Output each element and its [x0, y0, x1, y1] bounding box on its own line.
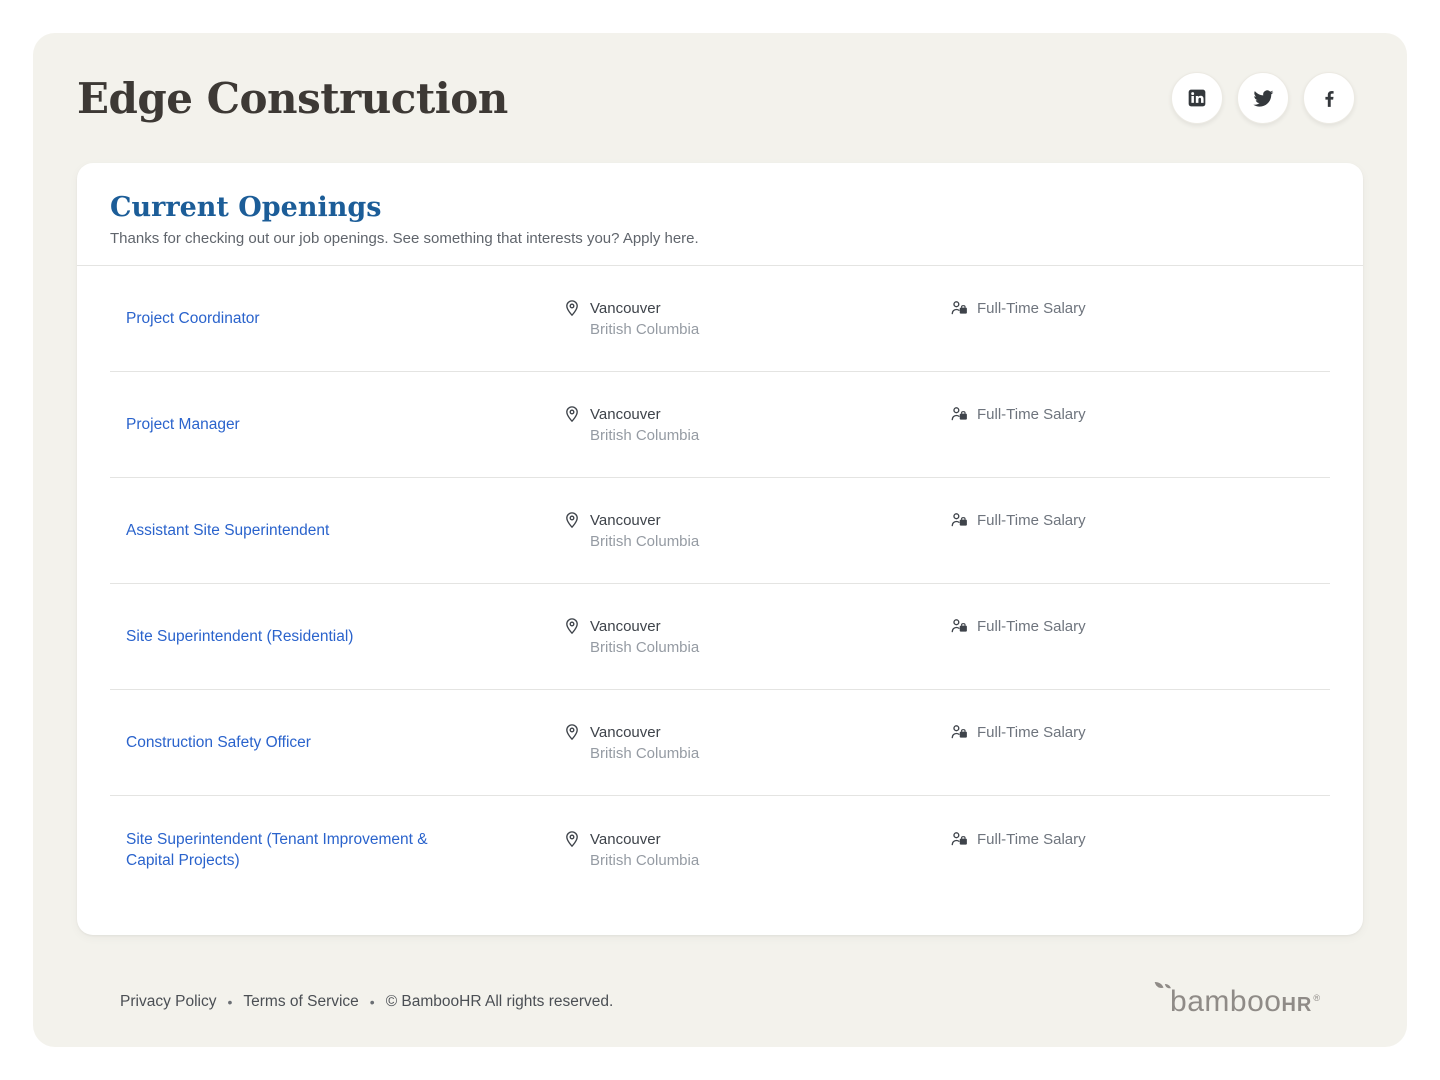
location-pin-icon [563, 511, 581, 552]
terms-of-service-link[interactable]: Terms of Service [243, 993, 358, 1011]
employment-type-icon [950, 723, 968, 746]
location-pin-icon [563, 617, 581, 658]
employment-type-icon [950, 299, 968, 322]
job-region: British Columbia [590, 319, 699, 340]
location-pin-icon [563, 405, 581, 446]
twitter-button[interactable] [1237, 72, 1289, 124]
job-row: Project Manager Vancouver British Columb… [110, 372, 1330, 478]
job-region: British Columbia [590, 637, 699, 658]
job-title-link[interactable]: Project Manager [126, 414, 240, 435]
job-row: Construction Safety Officer Vancouver Br… [110, 690, 1330, 796]
job-title-link[interactable]: Construction Safety Officer [126, 732, 311, 753]
linkedin-button[interactable] [1171, 72, 1223, 124]
footer-links: Privacy Policy • Terms of Service • © Ba… [120, 993, 613, 1011]
location-pin-icon [563, 723, 581, 764]
openings-title: Current Openings [110, 193, 1330, 223]
job-title-link[interactable]: Assistant Site Superintendent [126, 520, 329, 541]
privacy-policy-link[interactable]: Privacy Policy [120, 993, 216, 1011]
footer-separator: • [227, 994, 232, 1010]
job-title-cell: Site Superintendent (Tenant Improvement … [126, 829, 563, 871]
job-title-cell: Site Superintendent (Residential) [126, 626, 563, 647]
job-title-cell: Project Coordinator [126, 308, 563, 329]
job-region: British Columbia [590, 850, 699, 871]
openings-subtitle: Thanks for checking out our job openings… [110, 229, 1330, 249]
bamboohr-logo: bamboo HR ® [1156, 987, 1320, 1017]
job-city: Vancouver [590, 298, 699, 319]
job-city: Vancouver [590, 829, 699, 850]
job-city: Vancouver [590, 722, 699, 743]
employment-type-icon [950, 617, 968, 640]
job-employment-type: Full-Time Salary [977, 510, 1086, 531]
job-row: Assistant Site Superintendent Vancouver … [110, 478, 1330, 584]
twitter-icon [1253, 88, 1274, 109]
careers-panel: Edge Construction [33, 33, 1407, 1047]
facebook-icon [1319, 88, 1340, 109]
job-region: British Columbia [590, 743, 699, 764]
company-title: Edge Construction [77, 74, 508, 123]
job-title-link[interactable]: Project Coordinator [126, 308, 260, 329]
job-row: Site Superintendent (Residential) Vancou… [110, 584, 1330, 690]
job-city: Vancouver [590, 404, 699, 425]
employment-type-icon [950, 511, 968, 534]
job-location-cell: Vancouver British Columbia [563, 298, 950, 340]
location-pin-icon [563, 830, 581, 871]
job-type-cell: Full-Time Salary [950, 510, 1330, 552]
social-links [1171, 72, 1355, 124]
job-location-cell: Vancouver British Columbia [563, 829, 950, 871]
location-pin-icon [563, 299, 581, 340]
openings-card: Current Openings Thanks for checking out… [77, 163, 1363, 935]
job-title-cell: Project Manager [126, 414, 563, 435]
linkedin-icon [1187, 88, 1207, 108]
logo-text-hr: HR [1281, 995, 1312, 1015]
job-location-cell: Vancouver British Columbia [563, 722, 950, 764]
job-city: Vancouver [590, 510, 699, 531]
page-header: Edge Construction [33, 33, 1407, 163]
openings-card-header: Current Openings Thanks for checking out… [77, 163, 1363, 266]
job-location-cell: Vancouver British Columbia [563, 404, 950, 446]
job-employment-type: Full-Time Salary [977, 616, 1086, 637]
job-type-cell: Full-Time Salary [950, 404, 1330, 446]
job-employment-type: Full-Time Salary [977, 829, 1086, 850]
employment-type-icon [950, 405, 968, 428]
job-type-cell: Full-Time Salary [950, 298, 1330, 340]
job-title-cell: Assistant Site Superintendent [126, 520, 563, 541]
job-employment-type: Full-Time Salary [977, 722, 1086, 743]
employment-type-icon [950, 830, 968, 853]
job-title-link[interactable]: Site Superintendent (Residential) [126, 626, 353, 647]
job-location-cell: Vancouver British Columbia [563, 510, 950, 552]
job-region: British Columbia [590, 425, 699, 446]
job-type-cell: Full-Time Salary [950, 722, 1330, 764]
job-type-cell: Full-Time Salary [950, 829, 1330, 871]
page-footer: Privacy Policy • Terms of Service • © Ba… [33, 987, 1407, 1017]
job-employment-type: Full-Time Salary [977, 404, 1086, 425]
bamboo-leaf-icon [1153, 979, 1173, 1000]
job-location-cell: Vancouver British Columbia [563, 616, 950, 658]
job-row: Project Coordinator Vancouver British Co… [110, 266, 1330, 372]
job-title-link[interactable]: Site Superintendent (Tenant Improvement … [126, 829, 476, 871]
job-region: British Columbia [590, 531, 699, 552]
job-row: Site Superintendent (Tenant Improvement … [110, 796, 1330, 935]
footer-separator: • [370, 994, 375, 1010]
logo-text-bamboo: bamboo [1170, 987, 1281, 1017]
job-type-cell: Full-Time Salary [950, 616, 1330, 658]
job-employment-type: Full-Time Salary [977, 298, 1086, 319]
facebook-button[interactable] [1303, 72, 1355, 124]
job-title-cell: Construction Safety Officer [126, 732, 563, 753]
job-list: Project Coordinator Vancouver British Co… [77, 266, 1363, 935]
copyright-text: © BambooHR All rights reserved. [386, 993, 614, 1011]
job-city: Vancouver [590, 616, 699, 637]
logo-registered-mark: ® [1313, 993, 1320, 1003]
